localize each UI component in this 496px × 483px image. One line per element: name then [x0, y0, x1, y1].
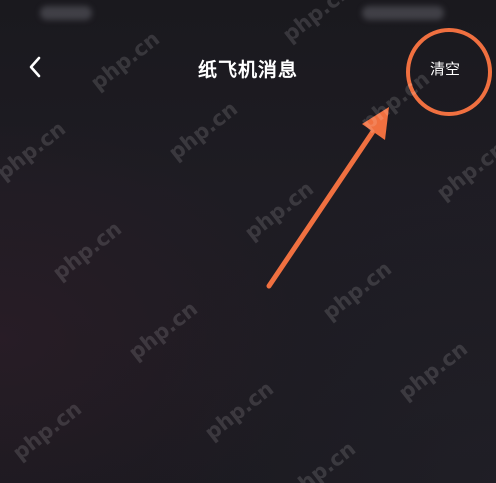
- watermark-text: php.cn: [240, 176, 319, 245]
- status-bar: [0, 0, 496, 30]
- status-time-blurred: [40, 6, 92, 20]
- watermark-text: php.cn: [48, 216, 127, 285]
- watermark-text: php.cn: [318, 256, 397, 325]
- watermark-text: php.cn: [164, 96, 243, 165]
- watermark-text: php.cn: [0, 116, 71, 185]
- status-icons-blurred: [362, 6, 444, 20]
- watermark-text: php.cn: [282, 436, 361, 483]
- page-title: 纸飞机消息: [197, 59, 298, 81]
- message-screen: 纸飞机消息 清空 php.cn php.cn php.cn php.cn php…: [0, 0, 496, 483]
- watermark-text: php.cn: [432, 136, 496, 205]
- clear-button[interactable]: 清空: [430, 58, 460, 79]
- watermark-text: php.cn: [124, 296, 203, 365]
- watermark-text: php.cn: [200, 376, 279, 445]
- pointer-arrow-shaft: [266, 121, 381, 289]
- watermark-text: php.cn: [394, 336, 473, 405]
- nav-bar: 纸飞机消息 清空: [0, 40, 496, 96]
- watermark-text: php.cn: [8, 396, 87, 465]
- pointer-arrow-head: [362, 107, 389, 140]
